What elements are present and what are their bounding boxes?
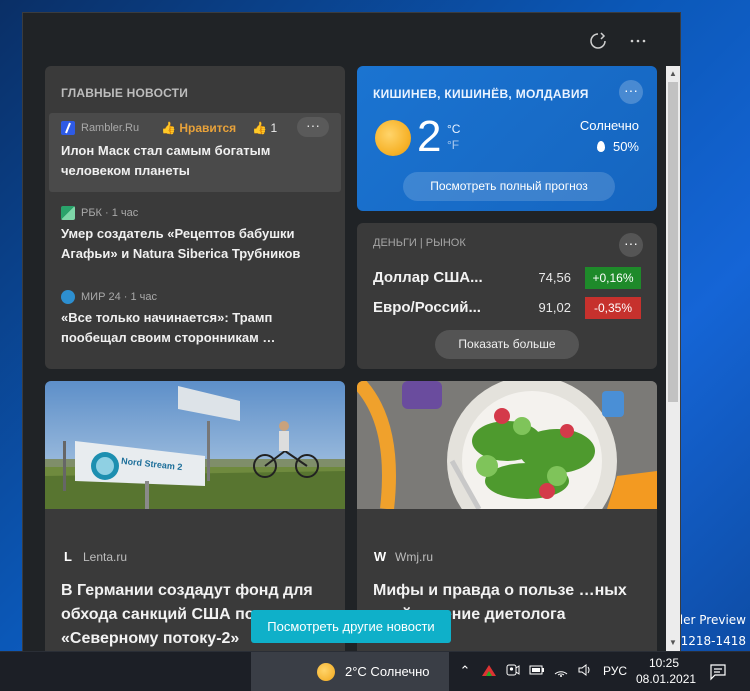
mir24-logo-icon: [61, 290, 75, 304]
full-forecast-button[interactable]: Посмотреть полный прогноз: [403, 172, 615, 201]
weather-humidity: 50%: [596, 139, 639, 154]
news-source: Rambler.Ru: [81, 122, 140, 134]
taskbar-weather-text: 2°C Солнечно: [345, 664, 430, 679]
taskbar-weather-widget[interactable]: 2°C Солнечно: [251, 652, 449, 691]
top-news-card: ГЛАВНЫЕ НОВОСТИ Rambler.Ru 👍 Нравится 👍 …: [45, 66, 345, 369]
taskbar-clock[interactable]: 10:25 08.01.2021: [636, 655, 697, 687]
top-news-header: ГЛАВНЫЕ НОВОСТИ: [61, 86, 189, 100]
desktop-watermark-line1: ider Preview: [672, 613, 746, 627]
money-header: ДЕНЬГИ | РЫНОК: [373, 237, 466, 249]
quote-value: 91,02: [538, 300, 571, 315]
rbc-logo-icon: [61, 206, 75, 220]
news-source-logo: W: [373, 549, 387, 564]
news-item[interactable]: Rambler.Ru 👍 Нравится 👍 1 ··· Илон Маск …: [49, 113, 341, 192]
unit-fahrenheit[interactable]: °F: [447, 137, 460, 153]
clock-date: 08.01.2021: [636, 672, 697, 686]
quote-row[interactable]: Доллар США... 74,56 +0,16%: [373, 267, 641, 289]
scroll-down-icon[interactable]: ▼: [666, 636, 680, 650]
news-source: РБК · 1 час: [81, 207, 139, 219]
quote-change: +0,16%: [585, 267, 641, 289]
news-title[interactable]: Илон Маск стал самым богатым человеком п…: [61, 141, 331, 181]
input-language[interactable]: РУС: [603, 664, 627, 678]
chevron-up-icon[interactable]: ⌃: [456, 662, 474, 680]
raindrop-icon: [596, 141, 605, 152]
meet-now-icon[interactable]: [504, 662, 522, 680]
weather-card[interactable]: КИШИНЕВ, КИШИНЁВ, МОЛДАВИЯ ··· 2 °C °F С…: [357, 66, 657, 211]
news-source: L Lenta.ru: [61, 549, 127, 564]
news-source: W Wmj.ru: [373, 549, 433, 564]
money-card: ДЕНЬГИ | РЫНОК ··· Доллар США... 74,56 +…: [357, 223, 657, 369]
wifi-icon[interactable]: [552, 662, 570, 680]
clock-time: 10:25: [648, 656, 680, 670]
quote-row[interactable]: Евро/Россий... 91,02 -0,35%: [373, 297, 641, 319]
news-title[interactable]: «Все только начинается»: Трамп пообещал …: [61, 308, 331, 348]
weather-condition: Солнечно: [579, 118, 639, 133]
more-icon[interactable]: [626, 29, 650, 53]
refresh-icon[interactable]: [586, 29, 610, 53]
taskbar: 2°C Солнечно ⌃ РУС 10:25 08.01.2021: [0, 651, 750, 691]
quote-name: Евро/Россий...: [373, 299, 481, 316]
like-count: 👍 1: [252, 121, 278, 135]
quote-name: Доллар США...: [373, 269, 483, 286]
notification-center-icon[interactable]: [708, 662, 728, 682]
money-more-button[interactable]: ···: [619, 233, 643, 257]
weather-location: КИШИНЕВ, КИШИНЁВ, МОЛДАВИЯ: [373, 87, 589, 101]
news-source: МИР 24 · 1 час: [81, 291, 157, 303]
unit-celsius[interactable]: °C: [447, 121, 460, 137]
news-item[interactable]: РБК · 1 час Умер создатель «Рецептов баб…: [49, 204, 341, 274]
panel-scrollbar[interactable]: ▲ ▼: [666, 66, 680, 652]
rambler-logo-icon: [61, 121, 75, 135]
sun-icon: [317, 663, 335, 681]
volume-icon[interactable]: [576, 662, 594, 680]
news-image: Nord Stream 2: [45, 381, 345, 509]
app-tray-icon[interactable]: [480, 662, 498, 680]
scroll-up-icon[interactable]: ▲: [666, 67, 680, 81]
weather-temperature: 2: [417, 112, 442, 161]
sun-icon: [375, 120, 411, 156]
like-button[interactable]: 👍 Нравится: [161, 121, 236, 135]
weather-more-button[interactable]: ···: [619, 80, 643, 104]
scroll-thumb[interactable]: [668, 82, 678, 402]
news-item[interactable]: МИР 24 · 1 час «Все только начинается»: …: [49, 288, 341, 358]
battery-icon[interactable]: [528, 662, 546, 680]
see-more-news-button[interactable]: Посмотреть другие новости: [251, 610, 451, 643]
news-source-logo: L: [64, 549, 72, 564]
news-image: [357, 381, 657, 509]
news-more-button[interactable]: ···: [297, 117, 329, 137]
show-more-button[interactable]: Показать больше: [435, 330, 579, 359]
temp-units[interactable]: °C °F: [447, 121, 460, 153]
news-title[interactable]: Умер создатель «Рецептов бабушки Агафьи»…: [61, 224, 331, 264]
like-label: Нравится: [179, 121, 237, 135]
quote-value: 74,56: [538, 270, 571, 285]
quote-change: -0,35%: [585, 297, 641, 319]
